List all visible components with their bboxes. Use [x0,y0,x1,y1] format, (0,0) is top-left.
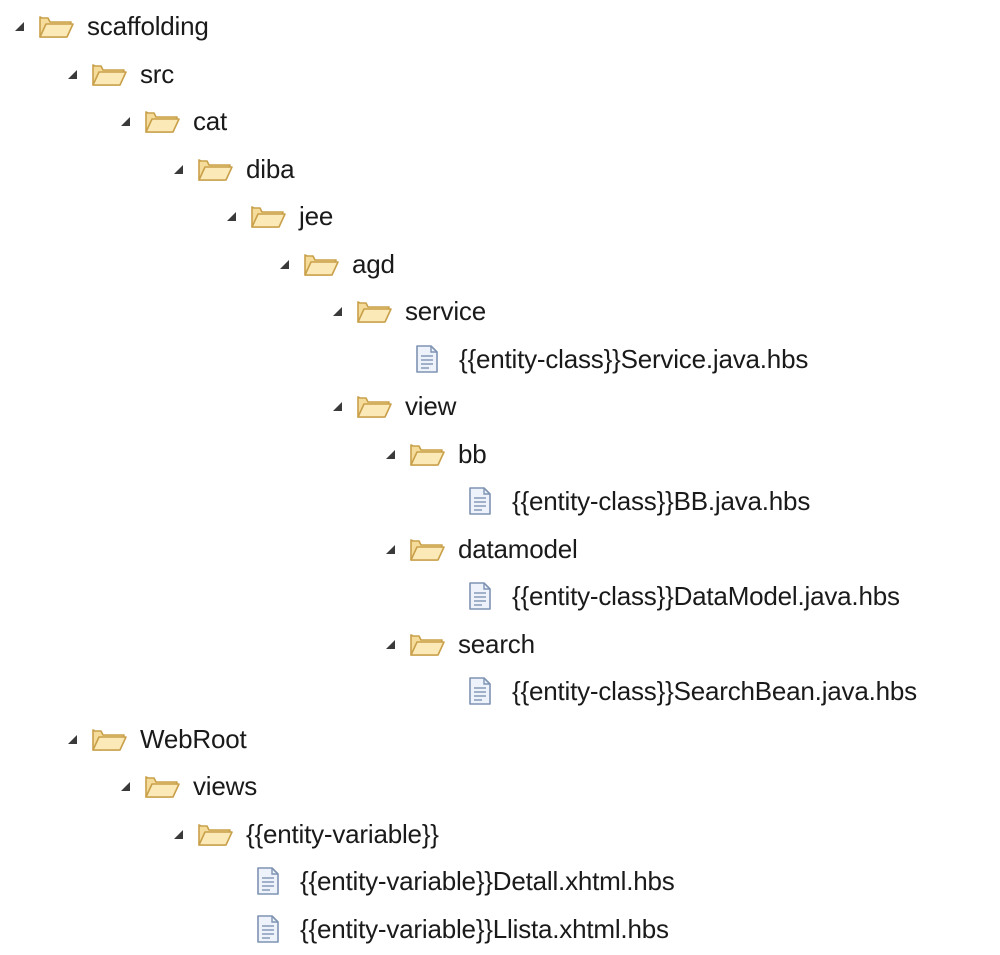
tree-folder-item[interactable]: jee [222,194,333,238]
folder-label: bb [458,438,487,469]
tree-file-item[interactable]: {{entity-class}}Service.java.hbs [415,337,808,381]
tree-file-item[interactable]: {{entity-variable}}Detall.xhtml.hbs [256,859,675,903]
open-folder-icon [356,289,394,333]
tree-folder-item[interactable]: src [63,52,174,96]
open-folder-icon [197,812,235,856]
open-folder-icon [144,764,182,808]
folder-label: cat [193,106,228,136]
tree-folder-item[interactable]: cat [116,99,227,143]
folder-label: src [140,58,175,89]
expanded-triangle-icon[interactable] [275,242,293,286]
tree-folder-item[interactable]: view [328,384,456,428]
tree-folder-item[interactable]: views [116,764,257,808]
tree-folder-item[interactable]: scaffolding [10,4,209,48]
expanded-triangle-icon[interactable] [10,4,28,48]
folder-label: datamodel [458,533,578,564]
file-label: {{entity-variable}}Llista.xhtml.hbs [300,913,669,944]
tree-folder-item[interactable]: bb [381,432,487,476]
folder-label: WebRoot [140,723,247,754]
text-file-icon [468,479,498,523]
open-folder-icon [197,147,235,191]
folder-label: diba [246,153,295,184]
tree-folder-item[interactable]: datamodel [381,527,578,571]
open-folder-icon [144,99,182,143]
file-label: {{entity-class}}DataModel.java.hbs [512,581,900,611]
expanded-triangle-icon[interactable] [169,147,187,191]
tree-folder-item[interactable]: agd [275,242,395,286]
folder-label: search [458,628,535,659]
expanded-triangle-icon[interactable] [63,717,81,761]
tree-file-item[interactable]: {{entity-variable}}Llista.xhtml.hbs [256,907,669,951]
file-label: {{entity-class}}SearchBean.java.hbs [512,676,917,706]
expanded-triangle-icon[interactable] [169,812,187,856]
text-file-icon [468,574,498,618]
tree-file-item[interactable]: {{entity-class}}DataModel.java.hbs [468,574,900,618]
tree-folder-item[interactable]: {{entity-variable}} [169,812,439,856]
text-file-icon [468,669,498,713]
expanded-triangle-icon[interactable] [63,52,81,96]
open-folder-icon [91,717,129,761]
folder-label: agd [352,248,395,279]
tree-folder-item[interactable]: service [328,289,486,333]
expanded-triangle-icon[interactable] [381,622,399,666]
expanded-triangle-icon[interactable] [381,432,399,476]
folder-label: scaffolding [87,11,209,41]
expanded-triangle-icon[interactable] [328,289,346,333]
folder-label: view [405,391,457,421]
expanded-triangle-icon[interactable] [116,764,134,808]
open-folder-icon [38,4,76,48]
folder-label: {{entity-variable}} [246,818,439,849]
open-folder-icon [250,194,288,238]
text-file-icon [415,337,445,381]
open-folder-icon [303,242,341,286]
text-file-icon [256,859,286,903]
expanded-triangle-icon[interactable] [222,194,240,238]
expanded-triangle-icon[interactable] [381,527,399,571]
tree-folder-item[interactable]: WebRoot [63,717,247,761]
open-folder-icon [409,622,447,666]
project-tree: scaffolding src cat diba jee agd service {{enti… [0,0,1000,955]
expanded-triangle-icon[interactable] [116,99,134,143]
file-label: {{entity-variable}}Detall.xhtml.hbs [300,866,675,896]
folder-label: jee [299,201,334,231]
tree-file-item[interactable]: {{entity-class}}BB.java.hbs [468,479,810,523]
folder-label: views [193,771,258,801]
text-file-icon [256,907,286,951]
tree-folder-item[interactable]: search [381,622,535,666]
open-folder-icon [91,52,129,96]
open-folder-icon [356,384,394,428]
tree-file-item[interactable]: {{entity-class}}SearchBean.java.hbs [468,669,917,713]
file-label: {{entity-class}}BB.java.hbs [512,486,811,516]
open-folder-icon [409,527,447,571]
folder-label: service [405,296,486,326]
file-label: {{entity-class}}Service.java.hbs [459,343,809,374]
tree-folder-item[interactable]: diba [169,147,295,191]
open-folder-icon [409,432,447,476]
expanded-triangle-icon[interactable] [328,384,346,428]
